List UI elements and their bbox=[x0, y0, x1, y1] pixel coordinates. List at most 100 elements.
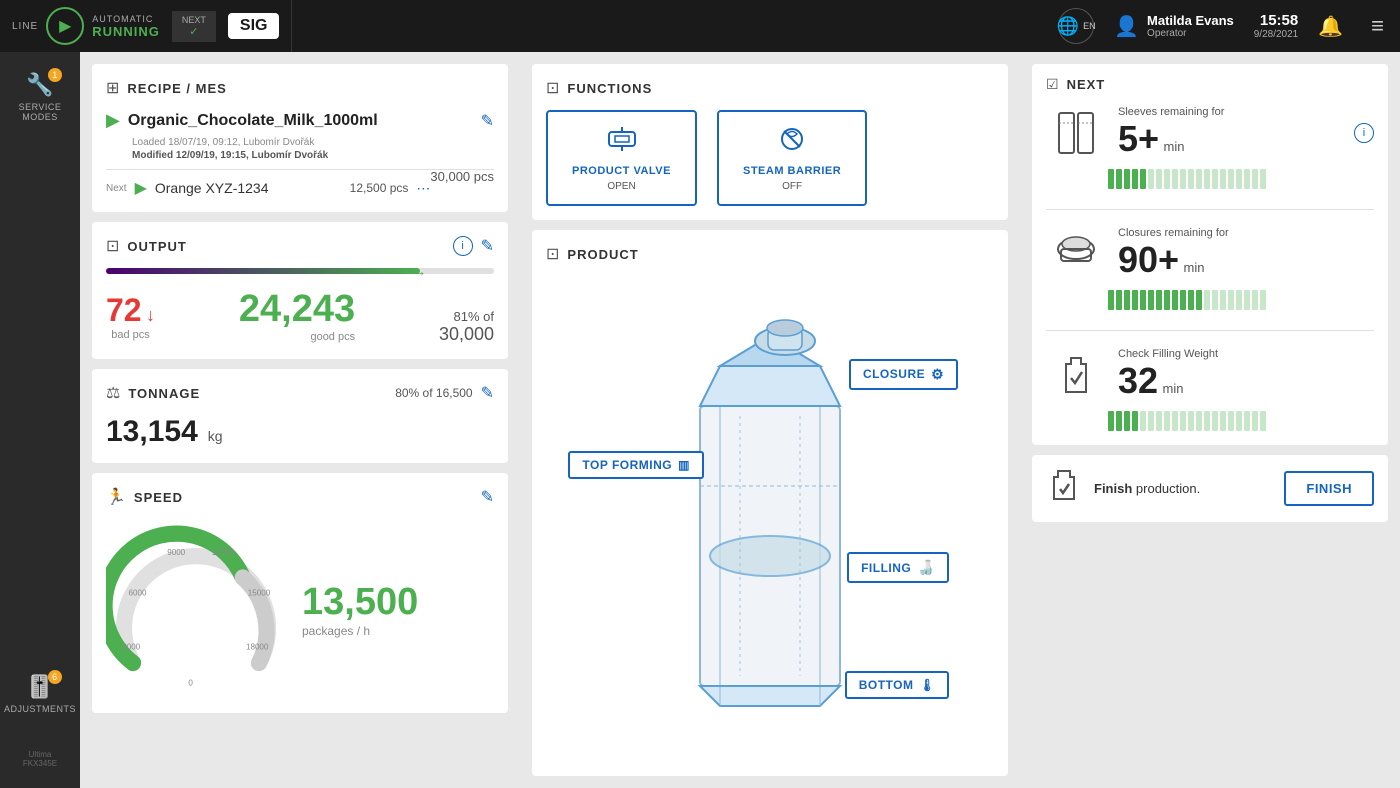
output-card: ⊡ OUTPUT i ✎ → 72 ↓ bad pcs bbox=[92, 222, 508, 359]
bad-pcs-value: 72 bbox=[106, 292, 142, 328]
filling-label[interactable]: FILLING 🍶 bbox=[847, 552, 949, 583]
output-progress-bar: → bbox=[106, 268, 494, 274]
filling-weight-value-row: 32 min bbox=[1118, 360, 1374, 402]
machine-info: Ultima FKX345E bbox=[23, 750, 57, 768]
output-progress-fill: → bbox=[106, 268, 420, 274]
svg-text:0: 0 bbox=[188, 679, 193, 688]
steam-barrier-button[interactable]: STEAM BARRIER OFF bbox=[717, 110, 867, 206]
output-info-button[interactable]: i bbox=[453, 236, 473, 256]
sidebar: 🔧 1 SERVICE MODES 🎚️ 6 ADJUSTMENTS Ultim… bbox=[0, 52, 80, 788]
hamburger-menu-icon[interactable]: ≡ bbox=[1371, 13, 1384, 39]
bad-pcs-arrow-icon: ↓ bbox=[146, 305, 155, 325]
adjustments-badge: 6 bbox=[48, 670, 62, 684]
sleeve-icon bbox=[1046, 103, 1106, 163]
next-badge-label: NEXT bbox=[182, 15, 206, 25]
svg-text:9000: 9000 bbox=[167, 548, 185, 557]
closure-label[interactable]: CLOSURE ⚙ bbox=[849, 359, 958, 390]
next-play-icon: ▶ bbox=[135, 178, 147, 198]
product-card: ⊡ PRODUCT bbox=[532, 230, 1008, 776]
left-panel: ⊞ RECIPE / MES ▶ Organic_Chocolate_Milk_… bbox=[80, 52, 520, 788]
sleeves-desc: Sleeves remaining for bbox=[1118, 106, 1342, 118]
speed-gauge: 0 3000 6000 9000 12000 15000 18000 bbox=[106, 519, 286, 699]
more-options-button[interactable]: ⋯ bbox=[416, 180, 430, 197]
output-total: 30,000 bbox=[439, 324, 494, 345]
recipe-play-icon: ▶ bbox=[106, 110, 120, 131]
sidebar-item-service-modes[interactable]: 🔧 1 SERVICE MODES bbox=[0, 72, 80, 122]
finish-button[interactable]: FINISH bbox=[1284, 471, 1374, 506]
product-icon: ⊡ bbox=[546, 244, 559, 264]
recipe-main-row: ▶ Organic_Chocolate_Milk_1000ml ✎ bbox=[106, 110, 494, 131]
pct-block: 81% of 30,000 bbox=[439, 309, 494, 345]
filling-weight-info: Check Filling Weight 32 min bbox=[1118, 348, 1374, 402]
product-valve-button[interactable]: PRODUCT VALVE OPEN bbox=[546, 110, 697, 206]
next-check-icon: ✓ bbox=[189, 25, 198, 38]
steam-barrier-icon bbox=[777, 124, 807, 161]
recipe-icon: ⊞ bbox=[106, 78, 119, 98]
product-title: PRODUCT bbox=[567, 247, 994, 262]
bottom-icon: 🌡 bbox=[919, 678, 935, 692]
notification-bell-icon[interactable]: 🔔 bbox=[1318, 14, 1343, 39]
language-button[interactable]: 🌐 EN bbox=[1058, 8, 1094, 44]
next-badge: NEXT ✓ bbox=[172, 11, 216, 42]
tonnage-edit-button[interactable]: ✎ bbox=[481, 383, 494, 403]
closure-cap-icon bbox=[1046, 224, 1106, 284]
svg-text:6000: 6000 bbox=[129, 589, 147, 598]
sidebar-item-adjustments[interactable]: 🎚️ 6 ADJUSTMENTS bbox=[4, 674, 76, 714]
sleeves-bars bbox=[1046, 169, 1374, 189]
output-title: OUTPUT bbox=[127, 239, 444, 254]
functions-card: ⊡ FUNCTIONS PRODUCT VALVE bbox=[532, 64, 1008, 220]
svg-text:3000: 3000 bbox=[122, 643, 140, 652]
functions-header: ⊡ FUNCTIONS bbox=[546, 78, 994, 98]
finish-text-bold: Finish bbox=[1094, 481, 1132, 496]
progress-arrow-icon: → bbox=[412, 263, 426, 279]
good-pcs-label: good pcs bbox=[239, 331, 355, 343]
top-forming-icon: ▥ bbox=[678, 458, 690, 472]
filling-icon: 🍶 bbox=[917, 559, 935, 576]
speed-icon: 🏃 bbox=[106, 487, 126, 507]
running-button[interactable]: ▶ bbox=[46, 7, 84, 45]
tonnage-icon: ⚖ bbox=[106, 383, 120, 403]
top-forming-text: TOP FORMING bbox=[582, 458, 672, 472]
user-details: Matilda Evans Operator bbox=[1147, 13, 1234, 39]
closures-item: Closures remaining for 90+ min bbox=[1046, 224, 1374, 284]
auto-label: AUTOMATIC bbox=[92, 14, 160, 24]
speed-section: 0 3000 6000 9000 12000 15000 18000 13,50… bbox=[106, 519, 494, 699]
speed-title: SPEED bbox=[134, 490, 473, 505]
next-recipe-name: Orange XYZ-1234 bbox=[155, 180, 342, 196]
sleeves-info-button[interactable]: i bbox=[1354, 123, 1374, 143]
recipe-edit-button[interactable]: ✎ bbox=[481, 111, 494, 131]
bottom-label[interactable]: BOTTOM 🌡 bbox=[845, 671, 950, 699]
product-header: ⊡ PRODUCT bbox=[546, 244, 994, 264]
functions-buttons: PRODUCT VALVE OPEN STEAM BARRIER OF bbox=[546, 110, 994, 206]
service-badge: 1 bbox=[48, 68, 62, 82]
bad-pcs-label: bad pcs bbox=[106, 329, 155, 341]
top-forming-label[interactable]: TOP FORMING ▥ bbox=[568, 451, 704, 479]
product-diagram: CLOSURE ⚙ TOP FORMING ▥ FILLING 🍶 BOTTOM… bbox=[546, 276, 994, 736]
tonnage-value: 13,154 bbox=[106, 415, 198, 449]
speed-edit-button[interactable]: ✎ bbox=[481, 487, 494, 507]
output-icon: ⊡ bbox=[106, 236, 119, 256]
next-recipe-label: Next bbox=[106, 183, 127, 194]
right-panel: ☑ NEXT bbox=[1020, 52, 1400, 788]
divider-1 bbox=[1046, 209, 1374, 210]
bad-pcs-block: 72 ↓ bad pcs bbox=[106, 292, 155, 341]
product-valve-icon bbox=[607, 124, 637, 161]
closures-info: Closures remaining for 90+ min bbox=[1118, 227, 1374, 281]
recipe-modified: Modified 12/09/19, 19:15, Lubomír Dvořák bbox=[132, 150, 494, 161]
closures-value: 90+ bbox=[1118, 239, 1179, 280]
steam-barrier-name: STEAM BARRIER bbox=[743, 165, 841, 177]
next-panel-header: ☑ NEXT bbox=[1046, 76, 1374, 93]
next-panel-title: NEXT bbox=[1067, 77, 1106, 92]
output-edit-button[interactable]: ✎ bbox=[481, 236, 494, 256]
time-value: 15:58 bbox=[1254, 12, 1299, 29]
running-label: RUNNING bbox=[92, 24, 160, 39]
good-pcs-block: 24,243 good pcs bbox=[239, 288, 355, 343]
service-modes-label: SERVICE MODES bbox=[0, 102, 80, 122]
svg-text:18000: 18000 bbox=[246, 643, 269, 652]
tonnage-title: TONNAGE bbox=[128, 386, 387, 401]
date-value: 9/28/2021 bbox=[1254, 29, 1299, 40]
recipe-header: ⊞ RECIPE / MES bbox=[106, 78, 494, 98]
adjustments-icon: 🎚️ 6 bbox=[26, 674, 53, 700]
finish-text-post: production. bbox=[1136, 481, 1200, 496]
closures-desc: Closures remaining for bbox=[1118, 227, 1374, 239]
